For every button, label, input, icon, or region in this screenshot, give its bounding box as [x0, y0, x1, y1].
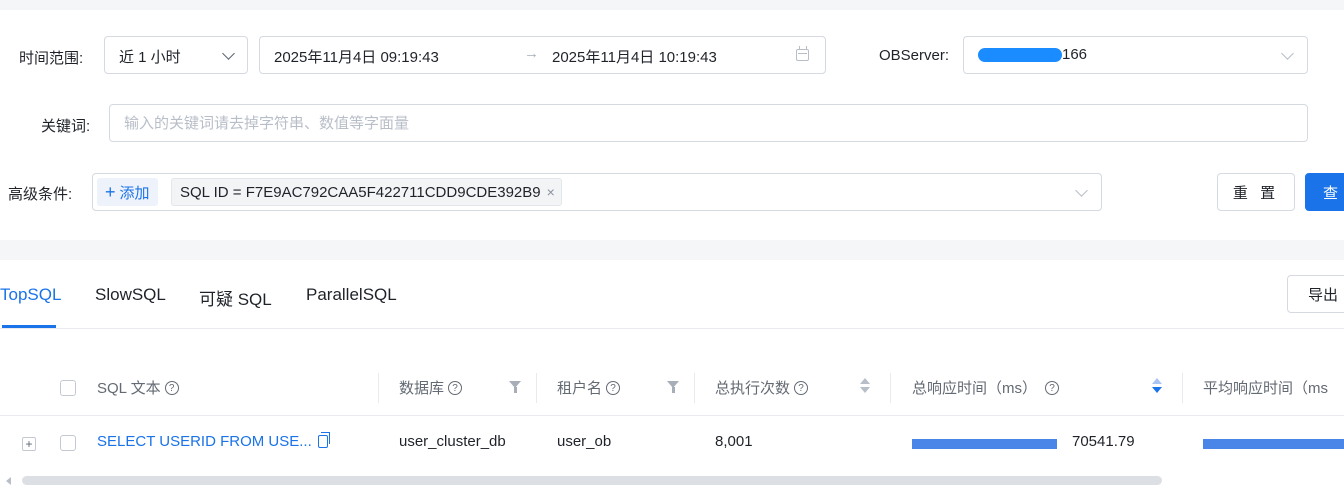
table-row: + SELECT USERID FROM USE... user_cluster… — [0, 416, 1344, 470]
col-total-response-label: 总响应时间（ms） — [912, 380, 1037, 397]
col-database: 数据库 ? — [399, 377, 463, 398]
time-range-select[interactable]: 近 1 小时 — [104, 36, 248, 74]
tab-bar: TopSQL SlowSQL 可疑 SQL ParallelSQL 导出 — [0, 260, 1344, 329]
select-all-checkbox[interactable] — [60, 380, 76, 396]
tab-topsql[interactable]: TopSQL — [0, 285, 61, 305]
tenant-cell: user_ob — [557, 433, 612, 450]
redacted-mask — [978, 48, 1062, 62]
column-divider — [694, 373, 695, 403]
end-time[interactable]: 2025年11月4日 10:19:43 — [552, 46, 717, 67]
export-button[interactable]: 导出 — [1287, 275, 1344, 313]
total-response-bar-fill — [912, 439, 1057, 449]
filter-icon[interactable] — [509, 381, 521, 393]
keyword-label: 关键词: — [41, 118, 91, 135]
chevron-down-icon — [222, 47, 235, 60]
filter-icon[interactable] — [667, 381, 679, 393]
col-avg-response: 平均响应时间（ms — [1203, 377, 1328, 398]
help-icon[interactable]: ? — [606, 380, 621, 395]
advanced-conditions-box[interactable]: + 添加 SQL ID = F7E9AC792CAA5F422711CDD9CD… — [92, 173, 1102, 211]
scroll-left-icon[interactable] — [6, 477, 11, 485]
row-checkbox[interactable] — [60, 435, 76, 451]
total-response-cell: 70541.79 — [1072, 433, 1135, 450]
keyword-input[interactable] — [109, 104, 1308, 142]
col-tenant: 租户名 ? — [557, 377, 621, 398]
date-range-picker[interactable]: 2025年11月4日 09:19:43 → 2025年11月4日 10:19:4… — [259, 36, 826, 74]
col-exec-count-label: 总执行次数 — [715, 380, 791, 397]
copy-icon[interactable] — [318, 432, 330, 448]
help-icon[interactable]: ? — [448, 380, 463, 395]
chevron-down-icon — [1281, 47, 1294, 60]
sort-active-icon[interactable] — [1152, 378, 1162, 394]
tab-slowsql[interactable]: SlowSQL — [95, 285, 166, 305]
table-panel: TopSQL SlowSQL 可疑 SQL ParallelSQL 导出 SQL… — [0, 260, 1344, 504]
plus-icon: + — [105, 182, 116, 202]
calendar-icon — [796, 46, 809, 61]
horizontal-scrollbar[interactable] — [0, 474, 1344, 488]
time-range-value: 近 1 小时 — [119, 49, 181, 66]
condition-tag-text: SQL ID = F7E9AC792CAA5F422711CDD9CDE392B… — [180, 183, 541, 201]
exec-count-cell: 8,001 — [715, 433, 753, 450]
col-sql-text-label: SQL 文本 — [97, 380, 161, 397]
server-value: 166 — [1062, 46, 1088, 63]
col-exec-count: 总执行次数 ? — [715, 377, 809, 398]
expand-row-button[interactable]: + — [22, 437, 36, 451]
page: 时间范围: 近 1 小时 2025年11月4日 09:19:43 → 2025年… — [0, 0, 1344, 504]
column-divider — [536, 373, 537, 403]
sql-text-link[interactable]: SELECT USERID FROM USE... — [97, 433, 312, 450]
advanced-label: 高级条件: — [8, 186, 73, 203]
avg-response-bar-fill — [1203, 439, 1344, 449]
help-icon[interactable]: ? — [794, 380, 809, 395]
avg-response-bar — [1203, 439, 1344, 449]
add-condition-button[interactable]: + 添加 — [97, 178, 158, 206]
range-arrow-icon: → — [524, 45, 539, 62]
help-icon[interactable]: ? — [164, 380, 179, 395]
start-time[interactable]: 2025年11月4日 09:19:43 — [274, 46, 439, 67]
col-tenant-label: 租户名 — [557, 380, 603, 397]
column-divider — [378, 373, 379, 403]
chevron-down-icon — [1075, 184, 1088, 197]
sort-icon[interactable] — [860, 378, 870, 394]
query-button[interactable]: 查 — [1305, 173, 1344, 211]
table-header: SQL 文本 ? 数据库 ? 租户名 ? 总执行次数 ? 总响应时间（ms） ?… — [0, 361, 1344, 416]
column-divider — [1182, 373, 1183, 403]
tab-parallelsql[interactable]: ParallelSQL — [306, 285, 397, 305]
help-icon[interactable]: ? — [1045, 380, 1059, 395]
tab-suspicious-sql[interactable]: 可疑 SQL — [199, 285, 272, 310]
active-tab-indicator — [2, 325, 56, 328]
server-select[interactable]: 166 — [963, 36, 1308, 74]
total-response-bar — [912, 439, 1057, 449]
col-total-response: 总响应时间（ms） ? — [912, 377, 1059, 398]
filter-panel: 时间范围: 近 1 小时 2025年11月4日 09:19:43 → 2025年… — [0, 10, 1344, 240]
col-avg-response-label: 平均响应时间（ms — [1203, 380, 1328, 397]
scrollbar-thumb[interactable] — [22, 476, 1162, 485]
column-divider — [890, 373, 891, 403]
reset-button[interactable]: 重 置 — [1217, 173, 1295, 211]
col-database-label: 数据库 — [399, 380, 445, 397]
add-condition-label: 添加 — [119, 184, 150, 202]
database-cell: user_cluster_db — [399, 433, 506, 450]
condition-tag: SQL ID = F7E9AC792CAA5F422711CDD9CDE392B… — [171, 178, 562, 206]
time-range-label: 时间范围: — [19, 50, 84, 67]
server-label: OBServer: — [879, 47, 950, 64]
col-sql-text: SQL 文本 ? — [97, 377, 179, 398]
close-icon[interactable]: × — [547, 184, 555, 200]
